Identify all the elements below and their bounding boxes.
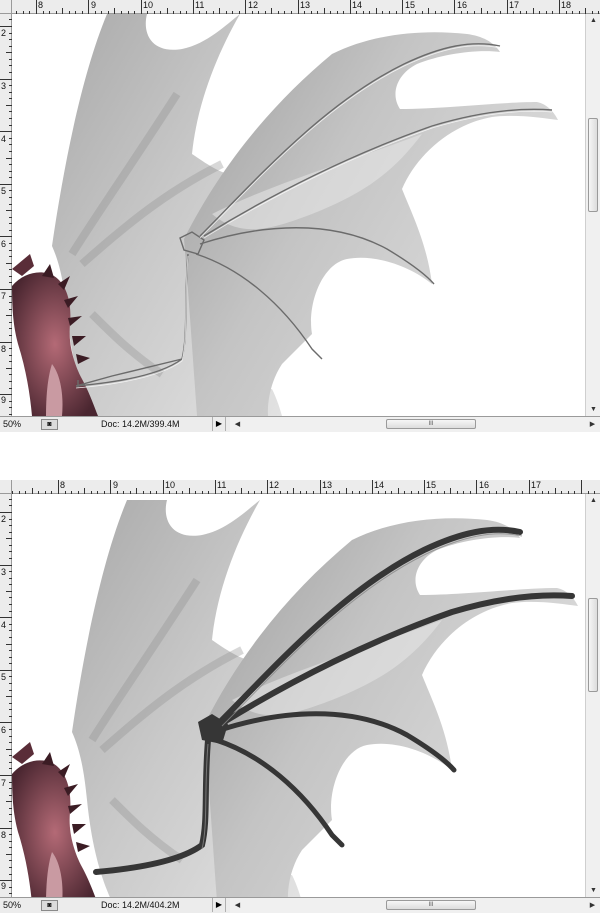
ruler-label: 18 — [561, 0, 572, 10]
ruler-label: 7 — [1, 778, 7, 788]
scroll-down-icon[interactable]: ▼ — [586, 403, 600, 416]
vertical-scrollbar[interactable]: ▲ ▼ — [585, 14, 600, 416]
ruler-label: 8 — [1, 344, 7, 354]
ruler-label: 16 — [479, 480, 490, 490]
ruler-label: 15 — [426, 480, 437, 490]
ruler-label: 14 — [374, 480, 385, 490]
scroll-left-icon[interactable]: ◀ — [230, 418, 245, 431]
horizontal-ruler[interactable]: 8 9 10 11 12 13 14 15 16 17 — [12, 480, 600, 494]
scroll-up-icon[interactable]: ▲ — [586, 14, 600, 27]
vertical-ruler[interactable]: 2 3 4 5 6 7 8 9 — [0, 494, 12, 897]
grip-icon: III — [428, 902, 434, 908]
ruler-label: 13 — [322, 480, 333, 490]
ruler-label: 10 — [165, 480, 176, 490]
ruler-label: 2 — [1, 28, 7, 38]
scroll-right-icon[interactable]: ▶ — [585, 418, 600, 431]
ruler-label: 15 — [405, 0, 416, 10]
document-size: Doc: 14.2M/404.2M — [101, 900, 180, 910]
ruler-label: 4 — [1, 620, 7, 630]
ruler-label: 12 — [248, 0, 259, 10]
ruler-label: 9 — [91, 0, 97, 10]
ruler-label: 13 — [300, 0, 311, 10]
ruler-label: 5 — [1, 672, 7, 682]
ruler-origin[interactable] — [0, 0, 12, 14]
ruler-label: 4 — [1, 134, 7, 144]
zoom-level[interactable]: 50% — [3, 900, 21, 911]
ruler-label: 17 — [531, 480, 542, 490]
horizontal-scroll-thumb[interactable]: III — [386, 900, 476, 910]
vertical-scroll-thumb[interactable] — [588, 598, 598, 692]
ruler-label: 6 — [1, 239, 7, 249]
ruler-label: 9 — [1, 395, 7, 405]
document-canvas[interactable] — [12, 14, 585, 416]
vertical-scroll-thumb[interactable] — [588, 118, 598, 212]
ruler-label: 3 — [1, 567, 7, 577]
ruler-label: 7 — [1, 291, 7, 301]
panel-separator — [0, 432, 600, 480]
scroll-up-icon[interactable]: ▲ — [586, 494, 600, 507]
ruler-label: 5 — [1, 186, 7, 196]
document-canvas[interactable] — [12, 494, 585, 897]
ruler-label: 11 — [217, 480, 227, 490]
ruler-label: 8 — [38, 0, 44, 10]
document-size: Doc: 14.2M/399.4M — [101, 419, 180, 429]
status-info-icon[interactable]: ◙ — [41, 419, 58, 430]
status-bar: 50% ◙ Doc: 14.2M/399.4M ▶ ◀ III ▶ — [0, 416, 600, 432]
ruler-label: 2 — [1, 514, 7, 524]
ruler-label: 14 — [352, 0, 363, 10]
ruler-label: 8 — [1, 830, 7, 840]
horizontal-scrollbar[interactable]: ◀ III ▶ — [230, 898, 600, 913]
scroll-right-icon[interactable]: ▶ — [585, 899, 600, 912]
ruler-label: 6 — [1, 725, 7, 735]
editor-panel-bottom: 8 9 10 11 12 13 14 15 16 17 2 3 4 5 6 7 … — [0, 480, 600, 913]
ruler-label: 9 — [113, 480, 119, 490]
ruler-label: 8 — [60, 480, 66, 490]
scroll-left-icon[interactable]: ◀ — [230, 899, 245, 912]
scroll-down-icon[interactable]: ▼ — [586, 884, 600, 897]
horizontal-ruler[interactable]: 8 9 10 11 12 13 14 15 16 17 18 — [12, 0, 600, 14]
grip-icon: III — [428, 421, 434, 427]
status-info-icon[interactable]: ◙ — [41, 900, 58, 911]
vertical-scrollbar[interactable]: ▲ ▼ — [585, 494, 600, 897]
ruler-label: 3 — [1, 81, 7, 91]
status-menu-arrow-icon[interactable]: ▶ — [212, 898, 226, 912]
horizontal-scrollbar[interactable]: ◀ III ▶ — [230, 417, 600, 432]
vertical-ruler[interactable]: 2 3 4 5 6 7 8 9 — [0, 14, 12, 416]
ruler-label: 10 — [143, 0, 154, 10]
zoom-level[interactable]: 50% — [3, 419, 21, 430]
status-menu-arrow-icon[interactable]: ▶ — [212, 417, 226, 431]
ruler-label: 11 — [195, 0, 205, 10]
ruler-label: 17 — [509, 0, 520, 10]
ruler-origin[interactable] — [0, 480, 12, 494]
ruler-label: 12 — [269, 480, 280, 490]
ruler-label: 9 — [1, 881, 7, 891]
horizontal-scroll-thumb[interactable]: III — [386, 419, 476, 429]
ruler-label: 16 — [457, 0, 468, 10]
status-bar: 50% ◙ Doc: 14.2M/404.2M ▶ ◀ III ▶ — [0, 897, 600, 913]
editor-panel-top: 8 9 10 11 12 13 14 15 16 17 18 2 3 4 5 6… — [0, 0, 600, 432]
